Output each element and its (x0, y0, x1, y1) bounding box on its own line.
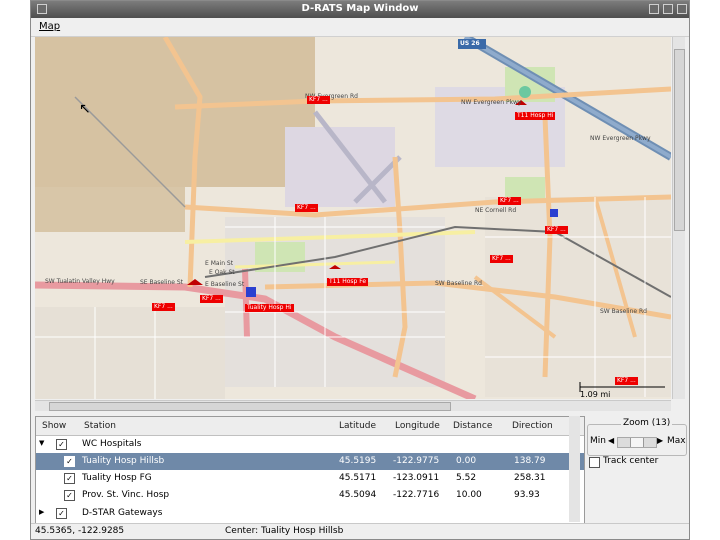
track-center-label: Track center (603, 456, 659, 466)
expander-right-icon[interactable]: ▶ (39, 508, 44, 516)
title-bar: D-RATS Map Window (31, 1, 689, 18)
station-tag[interactable]: KF7 ... (152, 303, 175, 311)
road-label: NE Cornell Rd (475, 207, 517, 214)
station-tag[interactable]: KF7 ... (615, 377, 638, 385)
map-horizontal-scrollbar[interactable] (35, 400, 671, 411)
station-tag[interactable]: KF7 ... (490, 255, 513, 263)
latitude-cell: 45.5171 (339, 473, 377, 483)
highway-shield-label: US 26 (460, 40, 480, 47)
column-station[interactable]: Station (84, 421, 116, 431)
station-tag[interactable]: KF7 ... (545, 226, 568, 234)
close-icon[interactable] (677, 4, 687, 14)
zoom-max-label: Max (667, 436, 686, 446)
column-direction[interactable]: Direction (512, 421, 553, 431)
farmland-area (35, 37, 315, 187)
longitude-cell: -123.0911 (393, 473, 440, 483)
road-label: E Oak St (209, 269, 235, 276)
station-icon (550, 209, 558, 217)
zoom-right-arrow-icon[interactable]: ▶ (657, 436, 663, 445)
poi-marker (519, 86, 531, 98)
show-checkbox[interactable]: ✓ (56, 508, 67, 519)
station-tag[interactable]: T11 Hosp Hi (515, 112, 556, 120)
window-title: D-RATS Map Window (301, 3, 419, 14)
show-checkbox[interactable]: ✓ (64, 490, 75, 501)
longitude-cell: -122.9775 (393, 456, 440, 466)
zoom-left-arrow-icon[interactable]: ◀ (608, 436, 614, 445)
column-latitude[interactable]: Latitude (339, 421, 376, 431)
group-name: D-STAR Gateways (82, 508, 163, 518)
column-longitude[interactable]: Longitude (395, 421, 440, 431)
map-view[interactable]: US 26 NW Evergreen Pkwy NW Evergreen Pkw… (35, 37, 671, 399)
show-checkbox[interactable]: ✓ (56, 439, 67, 450)
scrollbar-thumb[interactable] (49, 402, 451, 411)
map-window: D-RATS Map Window Map US 26 NW Evergreen… (30, 0, 690, 540)
table-row[interactable]: ✓ Tuality Hosp Hillsb 45.5195 -122.9775 … (36, 453, 584, 470)
table-row[interactable]: ✓ Prov. St. Vinc. Hosp 45.5094 -122.7716… (36, 487, 584, 504)
zoom-slider-handle[interactable] (630, 438, 644, 447)
column-distance[interactable]: Distance (453, 421, 492, 431)
station-list[interactable]: Show Station Latitude Longitude Distance… (35, 416, 585, 524)
menu-bar: Map (31, 18, 689, 37)
longitude-cell: -122.7716 (393, 490, 440, 500)
scale-label: 1.09 mi (580, 390, 611, 399)
group-name: WC Hospitals (82, 439, 142, 449)
group-row[interactable]: ▶ ✓ D-STAR Gateways (36, 505, 584, 522)
road-label: E Main St (205, 260, 234, 267)
table-row[interactable]: ✓ Tuality Hosp FG 45.5171 -123.0911 5.52… (36, 470, 584, 487)
latitude-cell: 45.5195 (339, 456, 377, 466)
hospital-icon (246, 287, 256, 297)
zoom-min-label: Min (590, 436, 606, 446)
zoom-label: Zoom (13) (621, 418, 673, 428)
station-tag[interactable]: Tuality Hosp Hi (245, 304, 294, 312)
station-tag[interactable]: KF7 ... (307, 96, 330, 104)
road-label: SE Baseline St (140, 279, 184, 286)
show-checkbox[interactable]: ✓ (64, 473, 75, 484)
distance-cell: 5.52 (456, 473, 477, 483)
highway-segment (242, 268, 250, 338)
station-name: Tuality Hosp FG (82, 473, 152, 483)
status-bar: 45.5365, -122.9285 Center: Tuality Hosp … (31, 523, 689, 540)
scrollbar-thumb[interactable] (674, 49, 685, 231)
mouse-pointer-icon: ↖ (79, 101, 91, 117)
distance-cell: 10.00 (456, 490, 482, 500)
road-label: NW Evergreen Pkwy (590, 135, 651, 142)
station-tag[interactable]: KF7 ... (200, 295, 223, 303)
direction-cell: 93.93 (514, 490, 540, 500)
direction-cell: 138.79 (514, 456, 546, 466)
station-tag[interactable]: KF7 ... (295, 204, 318, 212)
direction-cell: 258.31 (514, 473, 546, 483)
map-canvas (35, 37, 671, 399)
station-name: Tuality Hosp Hillsb (82, 456, 165, 466)
station-tag[interactable]: KF7 ... (498, 197, 521, 205)
station-tag[interactable]: T11 Hosp Fe (327, 278, 369, 286)
maximize-icon[interactable] (663, 4, 673, 14)
zoom-panel: Zoom (13) Min ◀ ▶ Max Track center (587, 416, 687, 522)
column-show[interactable]: Show (42, 421, 66, 431)
distance-cell: 0.00 (456, 456, 477, 466)
menu-map[interactable]: Map (39, 21, 60, 32)
list-scrollbar[interactable] (569, 416, 580, 522)
station-name: Prov. St. Vinc. Hosp (82, 490, 170, 500)
minimize-icon[interactable] (649, 4, 659, 14)
road-label: SW Baseline Rd (600, 308, 647, 315)
status-coords: 45.5365, -122.9285 (35, 526, 125, 536)
urban-area (485, 197, 671, 397)
zoom-slider[interactable] (617, 437, 657, 448)
expander-down-icon[interactable]: ▼ (39, 439, 44, 447)
road-label: E Baseline St (205, 281, 245, 288)
status-center: Center: Tuality Hosp Hillsb (225, 526, 344, 536)
urban-area (35, 307, 225, 399)
road-label: SW Tualatin Valley Hwy (45, 278, 115, 285)
list-header: Show Station Latitude Longitude Distance… (36, 417, 584, 436)
map-vertical-scrollbar[interactable] (672, 37, 685, 399)
show-checkbox[interactable]: ✓ (64, 456, 75, 467)
road-label: SW Baseline Rd (435, 280, 482, 287)
group-row[interactable]: ▼ ✓ WC Hospitals (36, 436, 584, 453)
road-label: NW Evergreen Pkwy (461, 99, 522, 106)
farmland-area (35, 187, 185, 232)
track-center-checkbox[interactable] (589, 457, 600, 468)
latitude-cell: 45.5094 (339, 490, 377, 500)
